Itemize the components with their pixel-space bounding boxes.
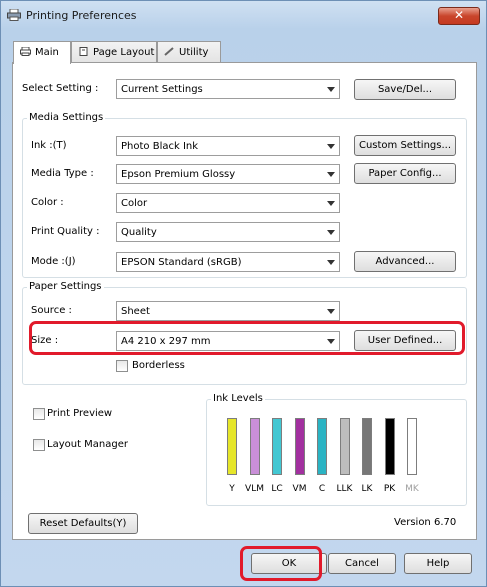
page-icon <box>79 47 88 56</box>
color-value: Color <box>121 198 148 209</box>
source-dropdown[interactable]: Sheet <box>116 301 340 321</box>
title-bar[interactable]: Printing Preferences ✕ <box>1 1 486 31</box>
ink-level-fill-pk <box>385 419 394 474</box>
paper-config-button[interactable]: Paper Config... <box>354 163 456 184</box>
color-label: Color : <box>31 197 64 208</box>
chevron-down-icon <box>327 201 335 206</box>
cancel-button[interactable]: Cancel <box>328 553 396 574</box>
ink-dropdown[interactable]: Photo Black Ink <box>116 136 340 156</box>
ink-label-mk: MK <box>405 484 419 494</box>
ink-level-fill-y <box>228 419 236 474</box>
tab-main[interactable]: Main <box>13 41 71 64</box>
print-quality-value: Quality <box>121 227 157 238</box>
ink-label-vlm: VLM <box>245 484 264 494</box>
mode-value: EPSON Standard (sRGB) <box>121 257 242 268</box>
close-button[interactable]: ✕ <box>438 7 480 25</box>
layout-manager-label: Layout Manager <box>47 439 129 450</box>
ink-level-fill-lk <box>363 419 371 474</box>
tab-page-layout-label: Page Layout <box>93 47 155 58</box>
media-type-value: Epson Premium Glossy <box>121 169 236 180</box>
printer-icon <box>7 9 21 21</box>
advanced-button[interactable]: Advanced... <box>354 251 456 272</box>
paper-settings-title: Paper Settings <box>27 281 104 292</box>
ink-label: Ink :(T) <box>31 140 67 151</box>
print-quality-label: Print Quality : <box>31 226 100 237</box>
ink-level-fill-vlm <box>250 419 259 474</box>
custom-settings-button[interactable]: Custom Settings... <box>354 135 456 156</box>
ok-button-highlight <box>240 546 322 581</box>
ink-tank-vm <box>294 418 305 475</box>
source-label: Source : <box>31 305 72 316</box>
pencil-icon <box>164 47 174 56</box>
ink-label-lc: LC <box>271 484 283 494</box>
chevron-down-icon <box>327 144 335 149</box>
chevron-down-icon <box>327 260 335 265</box>
chevron-down-icon <box>327 230 335 235</box>
borderless-label: Borderless <box>132 360 185 371</box>
select-setting-dropdown[interactable]: Current Settings <box>116 79 340 99</box>
print-preview-checkbox[interactable] <box>33 408 45 420</box>
select-setting-label: Select Setting : <box>22 83 99 94</box>
print-preview-label: Print Preview <box>47 408 113 419</box>
media-type-dropdown[interactable]: Epson Premium Glossy <box>116 164 340 184</box>
media-settings-title: Media Settings <box>27 112 106 123</box>
version-label: Version 6.70 <box>394 517 457 528</box>
chevron-down-icon <box>327 172 335 177</box>
ink-level-fill-llk <box>340 419 349 474</box>
ink-label-lk: LK <box>361 484 373 494</box>
ink-tank-c <box>317 418 327 475</box>
ink-tank-llk <box>339 418 350 475</box>
ink-label-c: C <box>318 484 326 494</box>
tab-page-layout[interactable]: Page Layout <box>71 41 157 63</box>
main-tab-panel: Select Setting : Current Settings Save/D… <box>12 62 477 540</box>
ink-label-y: Y <box>229 484 235 494</box>
ink-levels-group: Ink Levels Y VLM LC VM C LLK LK PK MK <box>206 393 467 506</box>
ink-tank-vlm <box>249 418 260 475</box>
reset-defaults-button[interactable]: Reset Defaults(Y) <box>28 513 138 534</box>
ink-value: Photo Black Ink <box>121 141 199 152</box>
ink-tank-pk <box>384 418 395 475</box>
ink-tank-lc <box>272 418 282 475</box>
ink-tank-mk <box>407 418 417 475</box>
ink-label-vm: VM <box>292 484 307 494</box>
window-title: Printing Preferences <box>26 9 137 22</box>
printer-icon <box>20 47 31 56</box>
ink-tank-lk <box>362 418 372 475</box>
select-setting-value: Current Settings <box>121 84 203 95</box>
help-button[interactable]: Help <box>404 553 472 574</box>
ink-label-llk: LLK <box>336 484 353 494</box>
save-del-button[interactable]: Save/Del... <box>354 79 456 100</box>
printing-preferences-window: Printing Preferences ✕ Main Page Layout … <box>0 0 487 587</box>
print-quality-dropdown[interactable]: Quality <box>116 222 340 242</box>
layout-manager-checkbox[interactable] <box>33 439 45 451</box>
ink-tank-y <box>227 418 237 475</box>
borderless-checkbox[interactable] <box>116 360 128 372</box>
tab-utility[interactable]: Utility <box>157 41 221 63</box>
ink-level-fill-lc <box>273 419 281 474</box>
close-icon: ✕ <box>453 8 465 22</box>
mode-label: Mode :(J) <box>31 256 76 267</box>
tab-utility-label: Utility <box>179 47 209 58</box>
ink-level-fill-vm <box>295 419 304 474</box>
ink-level-fill-c <box>318 419 326 474</box>
ink-label-pk: PK <box>383 484 396 494</box>
chevron-down-icon <box>327 87 335 92</box>
mode-dropdown[interactable]: EPSON Standard (sRGB) <box>116 252 340 272</box>
source-value: Sheet <box>121 306 150 317</box>
media-type-label: Media Type : <box>31 168 94 179</box>
color-dropdown[interactable]: Color <box>116 193 340 213</box>
chevron-down-icon <box>327 309 335 314</box>
ink-levels-title: Ink Levels <box>211 393 265 404</box>
tab-main-label: Main <box>35 47 59 58</box>
size-row-highlight <box>29 321 465 355</box>
